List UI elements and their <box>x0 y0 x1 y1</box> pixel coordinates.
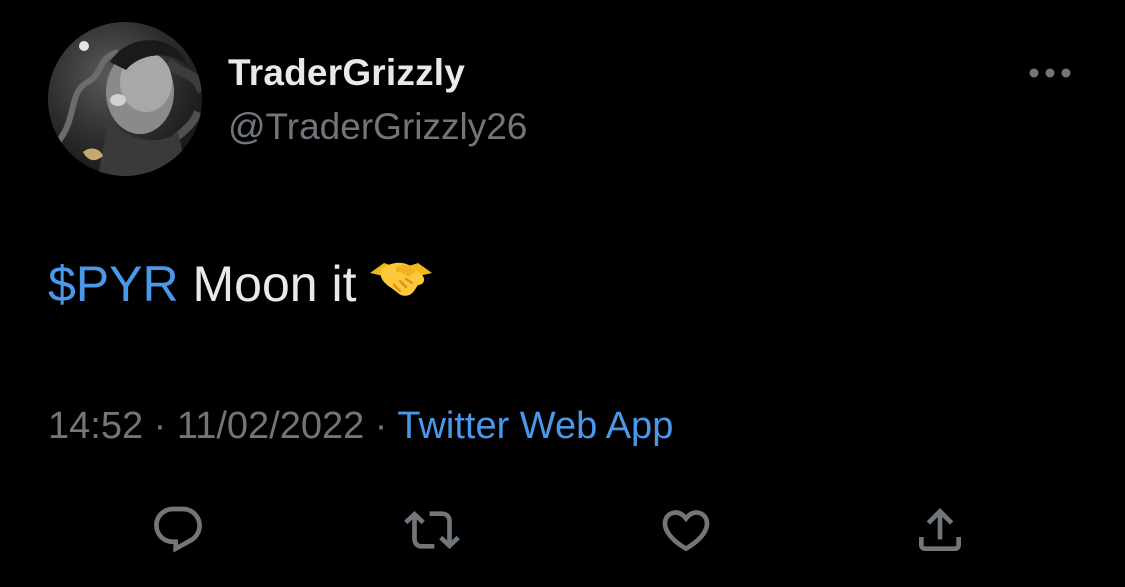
share-button[interactable] <box>910 500 970 560</box>
tweet-body: Moon it <box>178 256 357 312</box>
like-button[interactable] <box>656 500 716 560</box>
tweet-time: 14:52 <box>48 405 144 447</box>
retweet-button[interactable] <box>402 500 462 560</box>
reply-button[interactable] <box>148 500 208 560</box>
action-bar <box>0 500 1125 560</box>
tweet-text: $PYR Moon it <box>48 252 434 320</box>
tweet-date: 11/02/2022 <box>176 405 365 447</box>
share-icon <box>919 508 961 551</box>
tweet-card: TraderGrizzly @TraderGrizzly26 $PYR Moon… <box>0 0 1125 587</box>
cashtag-link[interactable]: $PYR <box>48 256 179 312</box>
more-options-button[interactable] <box>1022 58 1078 88</box>
tweet-meta: 14:52 · 11/02/2022 · Twitter Web App <box>48 402 673 450</box>
meta-separator: · <box>143 405 177 447</box>
display-name[interactable]: TraderGrizzly <box>228 52 465 94</box>
like-icon <box>662 510 710 552</box>
retweet-icon <box>404 511 460 549</box>
avatar-image <box>48 22 202 176</box>
more-icon <box>1029 68 1071 78</box>
handshake-emoji <box>368 252 434 316</box>
meta-separator: · <box>364 405 398 447</box>
reply-icon <box>154 506 202 553</box>
handle[interactable]: @TraderGrizzly26 <box>228 106 527 148</box>
tweet-source-link[interactable]: Twitter Web App <box>397 405 673 447</box>
avatar[interactable] <box>48 22 202 176</box>
